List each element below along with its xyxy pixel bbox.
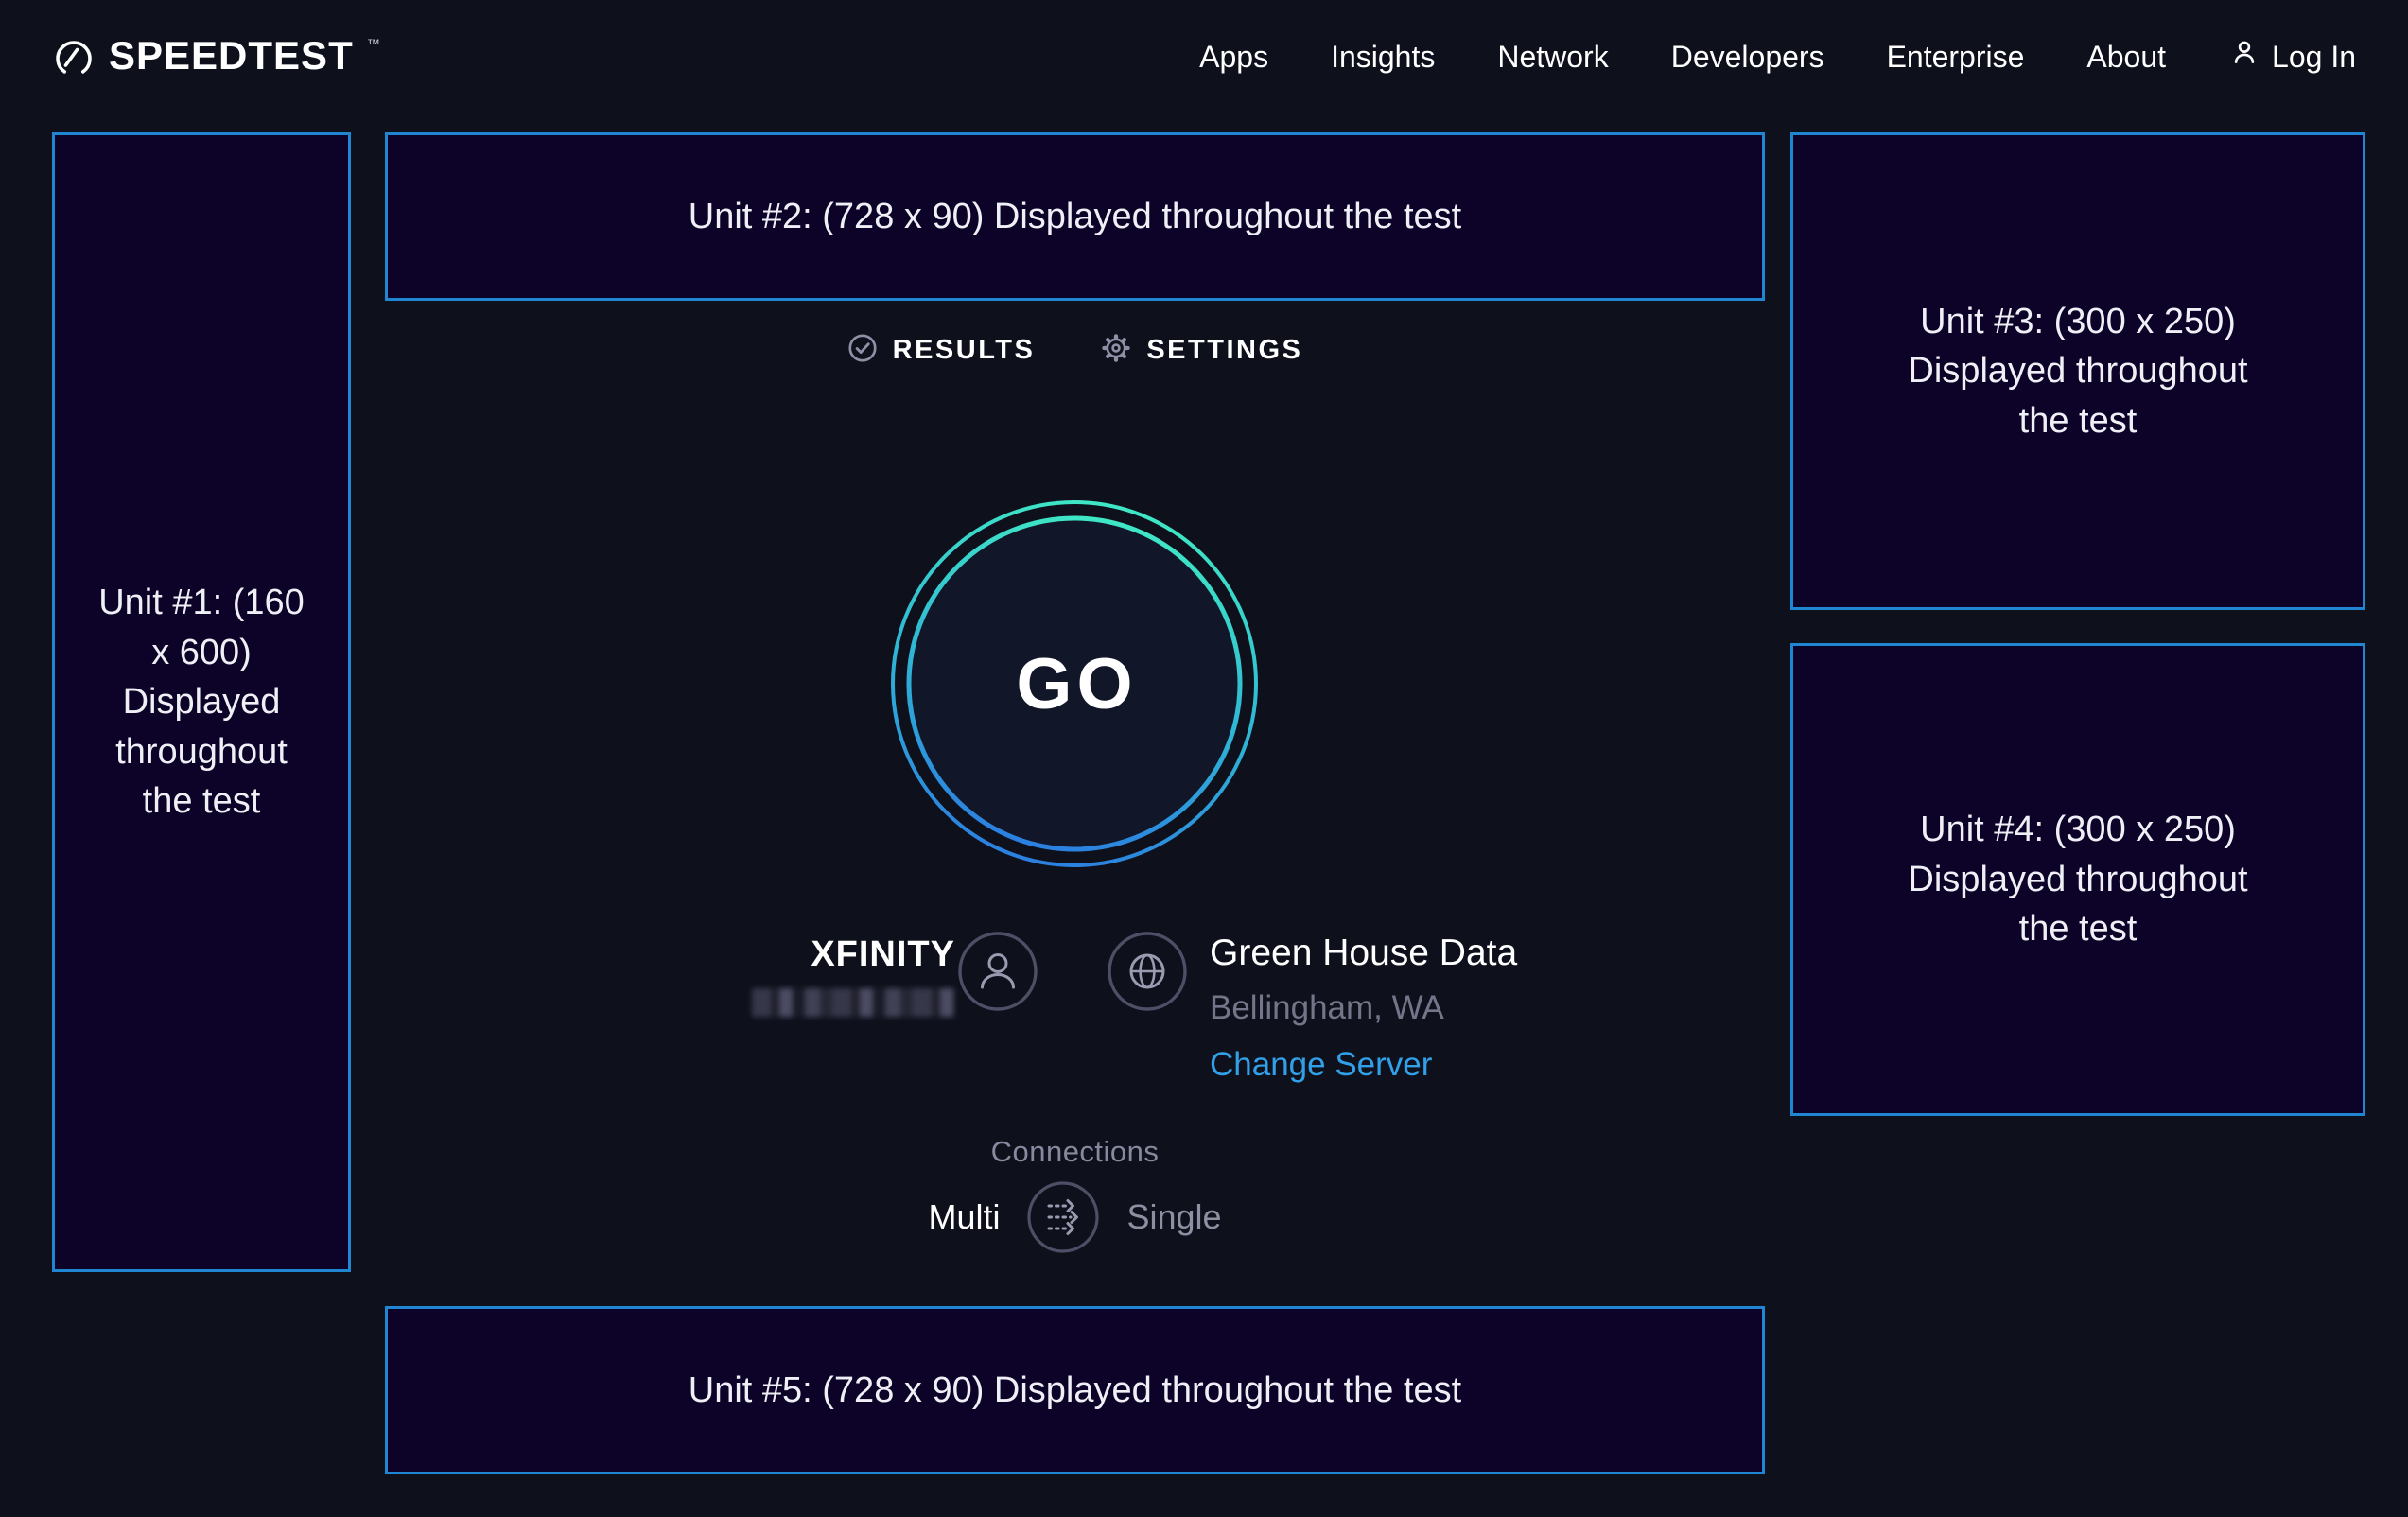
logo-text: SPEEDTEST — [109, 34, 354, 78]
change-server-link[interactable]: Change Server — [1210, 1046, 1432, 1084]
ad-unit-4: Unit #4: (300 x 250) Displayed throughou… — [1790, 643, 2365, 1116]
go-button[interactable]: GO — [889, 498, 1260, 869]
speedometer-icon — [52, 34, 96, 79]
test-panel: RESULTS SETTINGS — [385, 0, 1765, 1517]
speedtest-page: SPEEDTEST ™ Apps Insights Network Develo… — [0, 0, 2408, 1517]
connections-toggle: Multi Single — [385, 1180, 1765, 1254]
server-location: Bellingham, WA — [1210, 989, 1517, 1027]
tab-settings[interactable]: SETTINGS — [1101, 333, 1302, 368]
login-button[interactable]: Log In — [2228, 37, 2356, 77]
server-info: Green House Data Bellingham, WA Change S… — [1210, 933, 1517, 1084]
go-button-label: GO — [889, 498, 1260, 869]
login-label: Log In — [2272, 40, 2356, 75]
tab-results-label: RESULTS — [893, 335, 1036, 366]
connections-multi-option[interactable]: Multi — [928, 1197, 1000, 1237]
user-icon — [2228, 37, 2260, 77]
ad-unit-4-label: Unit #4: (300 x 250) Displayed throughou… — [1889, 805, 2267, 953]
tab-results[interactable]: RESULTS — [847, 333, 1036, 368]
isp-info: XFINITY — [752, 934, 955, 1017]
logo-trademark: ™ — [367, 36, 380, 51]
nav-item-enterprise[interactable]: Enterprise — [1887, 40, 2025, 75]
gear-icon — [1101, 333, 1131, 368]
tab-bar: RESULTS SETTINGS — [385, 333, 1765, 368]
isp-name: XFINITY — [752, 934, 955, 975]
nav-item-about[interactable]: About — [2086, 40, 2166, 75]
ad-unit-3-label: Unit #3: (300 x 250) Displayed throughou… — [1889, 297, 2267, 445]
isp-detail-redacted — [752, 988, 955, 1017]
server-name: Green House Data — [1210, 933, 1517, 974]
ad-unit-1: Unit #1: (160 x 600) Displayed throughou… — [52, 132, 351, 1272]
connections-label: Connections — [385, 1135, 1765, 1169]
server-globe-icon — [1107, 931, 1188, 1017]
tab-settings-label: SETTINGS — [1146, 335, 1302, 366]
multi-connection-toggle-icon[interactable] — [1026, 1180, 1100, 1254]
ad-unit-1-label: Unit #1: (160 x 600) Displayed throughou… — [86, 578, 318, 826]
connections-single-option[interactable]: Single — [1126, 1197, 1221, 1237]
isp-user-icon — [957, 931, 1038, 1017]
speedtest-logo[interactable]: SPEEDTEST ™ — [52, 34, 380, 79]
check-circle-icon — [847, 333, 878, 368]
ad-unit-3: Unit #3: (300 x 250) Displayed throughou… — [1790, 132, 2365, 610]
